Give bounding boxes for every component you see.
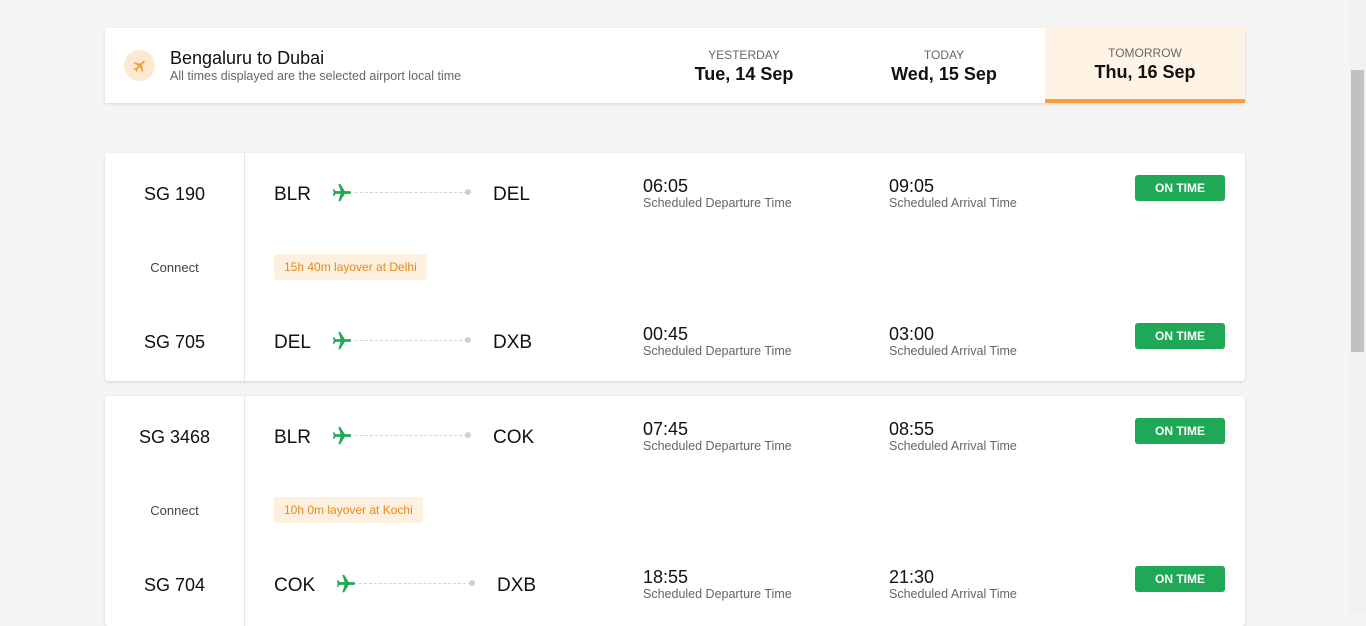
route-header: Bengaluru to Dubai All times displayed a… <box>105 28 1245 103</box>
flight-number: SG 704 <box>143 575 206 595</box>
plane-icon <box>332 331 352 350</box>
departure-time: 18:55 <box>643 567 689 587</box>
day-date: Wed, 15 Sep <box>891 64 997 84</box>
route-title: Bengaluru to Dubai <box>170 48 325 68</box>
tab-tomorrow[interactable]: TOMORROW Thu, 16 Sep <box>1045 28 1245 103</box>
route-line <box>359 583 471 584</box>
departure-time: 00:45 <box>643 324 689 344</box>
route-end-dot <box>469 580 475 586</box>
arrival-time: 21:30 <box>889 567 935 587</box>
divider <box>244 153 245 381</box>
origin-code: BLR <box>274 184 311 205</box>
status-badge: ON TIME <box>1135 418 1225 444</box>
tab-yesterday[interactable]: YESTERDAY Tue, 14 Sep <box>644 28 844 103</box>
destination-code: COK <box>493 427 535 448</box>
destination-code: DEL <box>493 184 530 205</box>
departure-label: Scheduled Departure Time <box>643 587 792 601</box>
tab-today[interactable]: TODAY Wed, 15 Sep <box>844 28 1044 103</box>
flight-number: SG 3468 <box>138 427 211 447</box>
airplane-icon <box>124 50 155 81</box>
route-end-dot <box>465 337 471 343</box>
layover-badge: 10h 0m layover at Kochi <box>274 497 423 523</box>
route-end-dot <box>465 432 471 438</box>
itinerary-card[interactable]: SG 3468 BLR COK 07:45 Scheduled Departur… <box>105 396 1245 626</box>
arrival-label: Scheduled Arrival Time <box>889 344 1017 358</box>
arrival-label: Scheduled Arrival Time <box>889 587 1017 601</box>
day-date: Tue, 14 Sep <box>694 64 794 84</box>
day-label: TOMORROW <box>1108 46 1182 60</box>
divider <box>244 396 245 626</box>
arrival-time: 03:00 <box>889 324 935 344</box>
connect-label: Connect <box>150 260 199 275</box>
departure-label: Scheduled Departure Time <box>643 344 792 358</box>
destination-code: DXB <box>497 575 537 596</box>
day-label: YESTERDAY <box>708 48 780 62</box>
scrollbar[interactable] <box>1349 0 1366 613</box>
connect-label: Connect <box>150 503 199 518</box>
departure-label: Scheduled Departure Time <box>643 439 792 453</box>
departure-time: 06:05 <box>643 176 689 196</box>
route-subtitle: All times displayed are the selected air… <box>170 69 462 83</box>
route-line <box>355 192 467 193</box>
arrival-time: 09:05 <box>889 176 935 196</box>
plane-icon <box>336 574 356 593</box>
destination-code: DXB <box>493 332 533 353</box>
departure-label: Scheduled Departure Time <box>643 196 792 210</box>
route-line <box>355 340 467 341</box>
route-end-dot <box>465 189 471 195</box>
day-label: TODAY <box>923 48 965 62</box>
status-badge: ON TIME <box>1135 566 1225 592</box>
plane-icon <box>332 183 352 202</box>
departure-time: 07:45 <box>643 419 689 439</box>
arrival-label: Scheduled Arrival Time <box>889 439 1017 453</box>
route-line <box>355 435 467 436</box>
status-badge: ON TIME <box>1135 323 1225 349</box>
plane-icon <box>332 426 352 445</box>
origin-code: BLR <box>274 427 311 448</box>
arrival-time: 08:55 <box>889 419 935 439</box>
day-date: Thu, 16 Sep <box>1094 62 1196 82</box>
layover-badge: 15h 40m layover at Delhi <box>274 254 427 280</box>
status-badge: ON TIME <box>1135 175 1225 201</box>
origin-code: DEL <box>274 332 311 353</box>
scrollbar-thumb[interactable] <box>1351 70 1364 352</box>
itinerary-card[interactable]: SG 190 BLR DEL 06:05 Scheduled Departure… <box>105 153 1245 381</box>
flight-number: SG 705 <box>143 332 206 352</box>
origin-code: COK <box>274 575 316 596</box>
arrival-label: Scheduled Arrival Time <box>889 196 1017 210</box>
flight-number: SG 190 <box>143 184 206 204</box>
